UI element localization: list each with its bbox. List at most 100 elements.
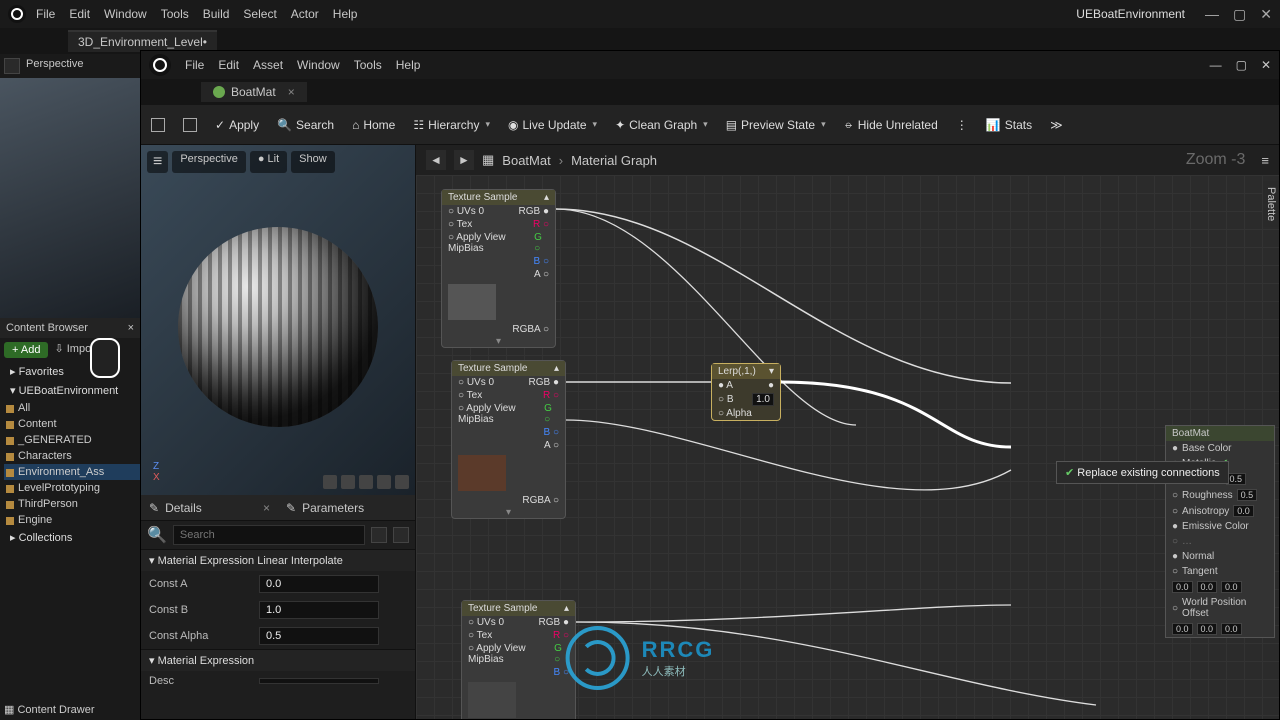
shape-cube-icon[interactable] [377, 475, 391, 489]
folder-engine[interactable]: Engine [4, 512, 140, 528]
texture-thumb-1 [448, 284, 496, 320]
close-icon[interactable]: ✕ [1260, 6, 1272, 23]
main-left-panel: Perspective Content Browser × + Add ⇩ Im… [0, 54, 140, 720]
perspective-pill[interactable]: Perspective [26, 58, 83, 74]
material-result-node[interactable]: BoatMat ●Base Color ○Metallic✔ ○Specular… [1165, 425, 1275, 638]
details-search-input[interactable] [173, 525, 365, 545]
folder-all[interactable]: All [4, 400, 140, 416]
nav-back-button[interactable]: ◄ [426, 150, 446, 170]
shape-plane-icon[interactable] [359, 475, 373, 489]
view-lit-pill[interactable]: ● Lit [250, 151, 287, 173]
hamburger-icon[interactable] [4, 58, 20, 74]
palette-tab[interactable]: Palette [1263, 181, 1279, 227]
preview-state-button[interactable]: ▤ Preview State [726, 118, 826, 132]
minimize-icon[interactable]: — [1205, 6, 1219, 23]
prop-const-b-value[interactable]: 1.0 [259, 601, 379, 619]
apply-button[interactable]: ✓ Apply [215, 118, 259, 132]
home-button[interactable]: ⌂ Home [352, 118, 395, 132]
folder-generated[interactable]: _GENERATED [4, 432, 140, 448]
collections-section[interactable]: ▸ Collections [4, 528, 140, 547]
menu-file[interactable]: File [36, 7, 55, 21]
view-perspective-pill[interactable]: Perspective [172, 151, 245, 173]
folder-characters[interactable]: Characters [4, 448, 140, 464]
shape-sphere-icon[interactable] [341, 475, 355, 489]
close-panel-icon[interactable]: × [128, 322, 134, 334]
me-menu-tools[interactable]: Tools [354, 58, 382, 72]
node-texture-sample-1[interactable]: Texture Sample▴ ○ UVs 0RGB ● ○ TexR ○ ○ … [441, 189, 556, 348]
material-graph-canvas[interactable]: Texture Sample▴ ○ UVs 0RGB ● ○ TexR ○ ○ … [416, 175, 1279, 719]
me-minimize-icon[interactable]: — [1210, 58, 1222, 72]
shape-cylinder-icon[interactable] [323, 475, 337, 489]
project-root[interactable]: ▾ UEBoatEnvironment [4, 381, 140, 400]
save-button[interactable] [151, 118, 165, 132]
me-menu-asset[interactable]: Asset [253, 58, 283, 72]
live-update-button[interactable]: ◉ Live Update [508, 118, 597, 132]
preview-sphere [178, 227, 378, 427]
level-viewport[interactable] [0, 78, 140, 318]
prop-group-lerp[interactable]: ▾ Material Expression Linear Interpolate [141, 549, 415, 571]
crumb-leaf: Material Graph [571, 153, 657, 168]
add-content-button[interactable]: + Add [4, 342, 48, 358]
crumb-root[interactable]: BoatMat [502, 153, 550, 168]
texture-thumb-3 [468, 682, 516, 718]
folder-thirdperson[interactable]: ThirdPerson [4, 496, 140, 512]
graph-mode-icon[interactable]: ▦ [482, 152, 494, 168]
material-tab[interactable]: BoatMat × [201, 82, 307, 102]
view-show-pill[interactable]: Show [291, 151, 335, 173]
hide-unrelated-button[interactable]: ⦵ Hide Unrelated [844, 117, 938, 132]
search-button[interactable]: 🔍 Search [277, 118, 334, 132]
palette-icon[interactable]: ≡ [1261, 153, 1269, 168]
prop-group-matexpr[interactable]: ▾ Material Expression [141, 649, 415, 671]
menu-select[interactable]: Select [243, 7, 276, 21]
more-arrow-icon[interactable]: ≫ [1050, 118, 1063, 132]
texture-thumb-2 [458, 455, 506, 491]
prop-const-alpha-value[interactable]: 0.5 [259, 627, 379, 645]
me-menu-file[interactable]: File [185, 58, 204, 72]
stats-button[interactable]: 📊 Stats [986, 118, 1032, 132]
tab-close-icon[interactable]: × [282, 85, 295, 99]
preview-hamburger-icon[interactable]: ≡ [147, 151, 168, 173]
prop-const-a-value[interactable]: 0.0 [259, 575, 379, 593]
mouse-help-icon [90, 338, 120, 378]
chevron-right-icon: › [559, 153, 563, 168]
content-browser-title: Content Browser [6, 322, 88, 334]
me-menu-window[interactable]: Window [297, 58, 340, 72]
menu-window[interactable]: Window [104, 7, 147, 21]
menu-actor[interactable]: Actor [291, 7, 319, 21]
nav-forward-button[interactable]: ► [454, 150, 474, 170]
me-menu-help[interactable]: Help [396, 58, 421, 72]
node-lerp[interactable]: Lerp(,1,)▾ ● A● ○ B1.0 ○ Alpha [711, 363, 781, 421]
details-close-icon[interactable]: × [263, 501, 270, 515]
material-toolbar: ✓ Apply 🔍 Search ⌂ Home ☷ Hierarchy ◉ Li… [141, 105, 1279, 145]
browse-button[interactable] [183, 118, 197, 132]
menu-tools[interactable]: Tools [161, 7, 189, 21]
settings-icon[interactable] [393, 527, 409, 543]
parameters-panel-header[interactable]: ✎ Parameters [278, 495, 415, 521]
material-preview-viewport[interactable]: ≡ Perspective ● Lit Show ZX [141, 145, 415, 495]
overflow-button[interactable]: ⋮ [956, 118, 968, 132]
folder-environment-assets[interactable]: Environment_Ass [4, 464, 140, 480]
maximize-icon[interactable]: ▢ [1233, 6, 1246, 23]
hierarchy-button[interactable]: ☷ Hierarchy [413, 118, 490, 132]
folder-content[interactable]: Content [4, 416, 140, 432]
material-editor-window: File Edit Asset Window Tools Help — ▢ ✕ … [140, 50, 1280, 720]
me-close-icon[interactable]: ✕ [1261, 58, 1271, 72]
me-menu-edit[interactable]: Edit [218, 58, 239, 72]
menu-build[interactable]: Build [203, 7, 230, 21]
folder-levelproto[interactable]: LevelPrototyping [4, 480, 140, 496]
level-tab[interactable]: 3D_Environment_Level• [68, 30, 217, 52]
menu-help[interactable]: Help [333, 7, 358, 21]
node-texture-sample-3[interactable]: Texture Sample▴ ○ UVs 0RGB ● ○ TexR ○ ○ … [461, 600, 576, 719]
connection-tooltip: ✔ Replace existing connections [1056, 461, 1229, 484]
browse-icon [183, 118, 197, 132]
details-panel-header[interactable]: ✎ Details× [141, 495, 278, 521]
menu-edit[interactable]: Edit [69, 7, 90, 21]
shape-custom-icon[interactable] [395, 475, 409, 489]
me-maximize-icon[interactable]: ▢ [1236, 58, 1247, 72]
node-texture-sample-2[interactable]: Texture Sample▴ ○ UVs 0RGB ● ○ TexR ○ ○ … [451, 360, 566, 519]
search-icon: 🔍 [147, 525, 167, 545]
filter-icon[interactable] [371, 527, 387, 543]
clean-graph-button[interactable]: ✦ Clean Graph [615, 118, 708, 132]
prop-desc-value[interactable] [259, 678, 379, 684]
content-drawer-button[interactable]: ▦ Content Drawer [4, 703, 95, 716]
